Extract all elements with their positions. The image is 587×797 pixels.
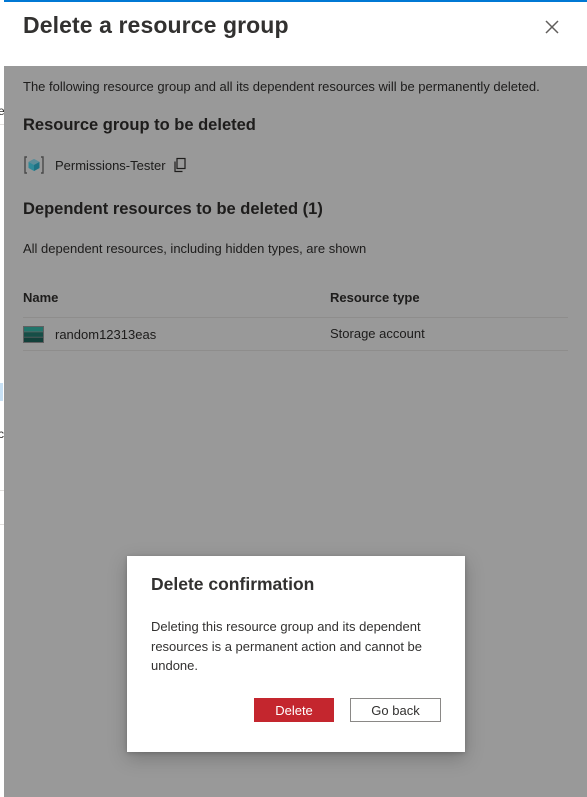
- panel-header: Delete a resource group: [4, 2, 587, 66]
- delete-button[interactable]: Delete: [254, 698, 334, 722]
- go-back-button[interactable]: Go back: [350, 698, 441, 722]
- background-selected-row: [0, 383, 3, 401]
- delete-confirmation-dialog: Delete confirmation Deleting this resour…: [127, 556, 465, 752]
- close-button[interactable]: [541, 16, 563, 38]
- panel-title: Delete a resource group: [23, 12, 289, 38]
- dialog-title: Delete confirmation: [151, 574, 315, 594]
- close-icon: [545, 20, 559, 34]
- dialog-message: Deleting this resource group and its dep…: [151, 619, 423, 673]
